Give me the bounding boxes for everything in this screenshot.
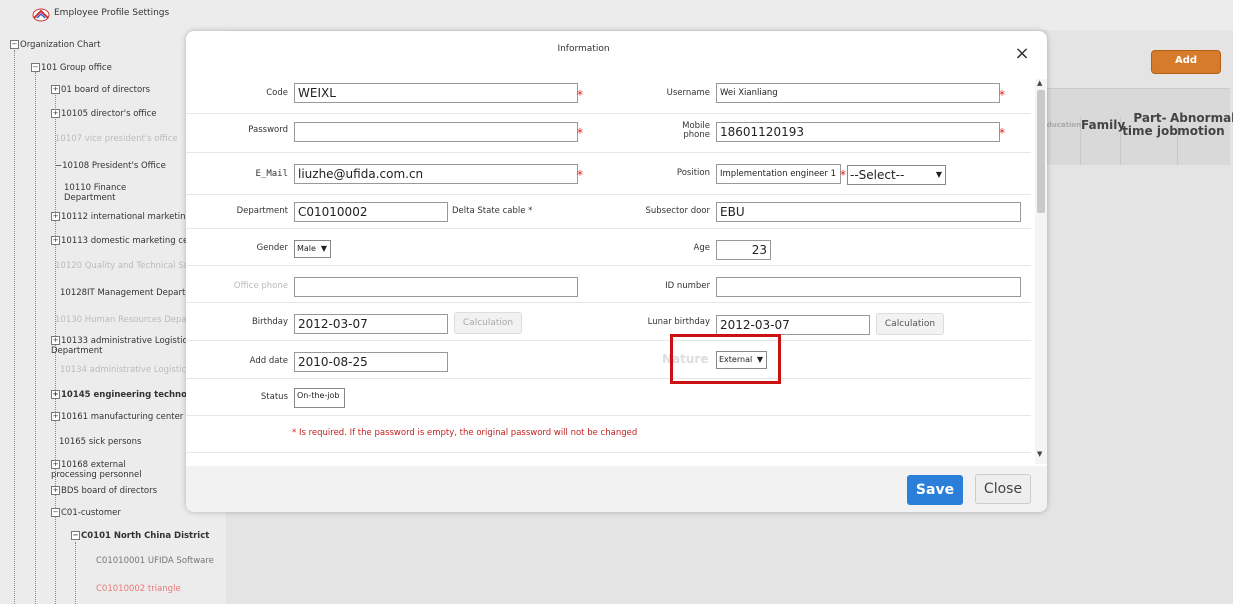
dialog-footer: Save Close	[186, 466, 1047, 512]
information-dialog: Information × ▲ ▼ Code WEIXL * Username …	[186, 31, 1047, 512]
gender-select[interactable]: Male ▼	[294, 240, 331, 258]
required-mark: *	[840, 168, 846, 182]
tree-node[interactable]: −10108 President's Office	[55, 161, 166, 171]
column-header: Abnormal motion	[1170, 111, 1233, 138]
tree-node[interactable]: + BDS board of directors	[51, 486, 157, 496]
tree-node[interactable]: 10165 sick persons	[59, 437, 141, 447]
username-label: Username	[666, 88, 710, 98]
tree-node[interactable]: +10113 domestic marketing center	[51, 236, 206, 246]
tree-node[interactable]: 10110 Finance Department	[64, 183, 144, 203]
lunar-calculation-button[interactable]: Calculation	[876, 313, 944, 335]
tree-node[interactable]: 10107 vice president's office	[55, 134, 178, 144]
birthday-field[interactable]: 2012-03-07	[294, 314, 448, 334]
subsector-label: Subsector door	[645, 206, 710, 216]
column-header: Family	[1081, 118, 1126, 132]
department-field[interactable]: C01010002	[294, 202, 448, 222]
department-label: Department	[236, 206, 288, 216]
code-label: Code	[266, 88, 288, 98]
tree-node[interactable]: − C0101 North China District	[71, 531, 209, 541]
add-date-label: Add date	[249, 356, 288, 366]
mobile-phone-field[interactable]: 18601120193	[716, 122, 1000, 142]
chevron-down-icon: ▼	[320, 244, 327, 253]
chevron-down-icon: ▼	[935, 170, 942, 179]
app-title: Employee Profile Settings	[54, 8, 170, 18]
column-header: Education	[1042, 121, 1082, 129]
password-field[interactable]	[294, 122, 578, 142]
tree-node[interactable]: −101 Group office	[31, 63, 112, 73]
age-field[interactable]: 23	[716, 240, 771, 260]
required-mark: *	[577, 168, 583, 182]
required-mark: *	[577, 126, 583, 140]
birthday-label: Birthday	[251, 317, 288, 327]
tree-node[interactable]: C01010002 triangle	[96, 584, 181, 594]
position-label: Position	[676, 168, 710, 178]
email-label: E_Mail	[255, 169, 288, 179]
add-date-field[interactable]: 2010-08-25	[294, 352, 448, 372]
scroll-down-icon[interactable]: ▼	[1037, 450, 1042, 458]
tree-node[interactable]: +10161 manufacturing center	[51, 412, 183, 422]
highlight-box	[670, 334, 781, 384]
department-name: Delta State cable *	[452, 206, 533, 216]
tree-node[interactable]: +01 board of directors	[51, 85, 150, 95]
app-logo-icon	[32, 8, 50, 22]
tree-root[interactable]: − Organization Chart	[10, 40, 100, 50]
required-note: * Is required. If the password is empty,…	[292, 428, 638, 438]
lunar-birthday-label: Lunar birthday	[647, 317, 710, 327]
top-bar: Employee Profile Settings	[0, 0, 1233, 30]
subsector-field[interactable]: EBU	[716, 202, 1021, 222]
office-phone-field[interactable]	[294, 277, 578, 297]
scrollbar[interactable]: ▲ ▼	[1035, 79, 1047, 464]
id-number-label: ID number	[665, 281, 710, 291]
birthday-calculation-button[interactable]: Calculation	[454, 312, 522, 334]
tree-node[interactable]: − C01-customer	[51, 508, 121, 518]
dialog-title: Information	[557, 44, 610, 54]
tree-node[interactable]: +10168 external processing personnel	[51, 460, 161, 480]
status-label: Status	[260, 392, 288, 402]
password-label: Password	[248, 125, 288, 135]
close-icon[interactable]: ×	[1009, 41, 1035, 67]
required-mark: *	[577, 88, 583, 102]
position-field[interactable]: Implementation engineer 1	[716, 164, 841, 184]
required-mark: *	[999, 88, 1005, 102]
email-field[interactable]: liuzhe@ufida.com.cn	[294, 164, 578, 184]
id-number-field[interactable]	[716, 277, 1021, 297]
office-phone-label: Office phone	[233, 281, 288, 291]
status-select[interactable]: On-the-job	[294, 388, 345, 408]
position-select[interactable]: --Select-- ▼	[847, 165, 946, 185]
age-label: Age	[693, 243, 710, 253]
code-field[interactable]: WEIXL	[294, 83, 578, 103]
close-button[interactable]: Close	[975, 474, 1031, 504]
save-button[interactable]: Save	[907, 475, 963, 505]
lunar-birthday-field[interactable]: 2012-03-07	[716, 315, 870, 335]
gender-label: Gender	[256, 243, 288, 253]
scroll-thumb[interactable]	[1037, 90, 1045, 213]
username-field[interactable]: Wei Xianliang	[716, 83, 1000, 103]
add-button[interactable]: Add	[1151, 50, 1221, 74]
tree-node[interactable]: C01010001 UFIDA Software	[96, 556, 214, 566]
mobile-phone-label: Mobile phone	[682, 121, 710, 140]
required-mark: *	[999, 126, 1005, 140]
scroll-up-icon[interactable]: ▲	[1037, 79, 1042, 87]
tree-node[interactable]: +10105 director's office	[51, 109, 157, 119]
